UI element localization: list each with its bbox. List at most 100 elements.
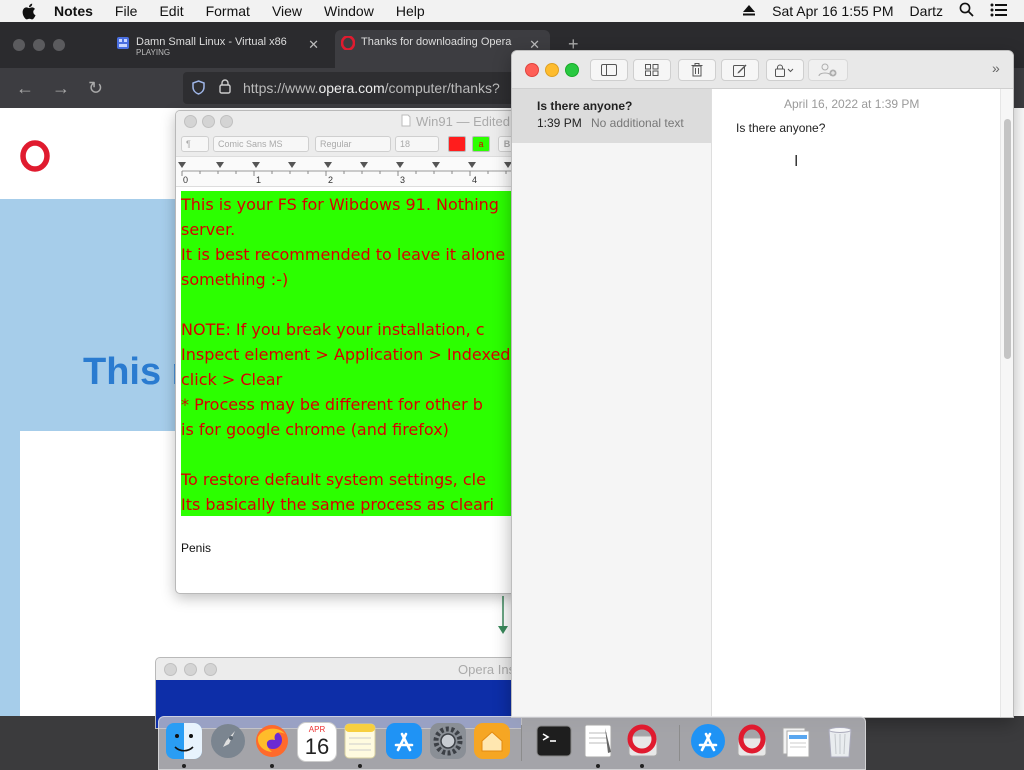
home-app-icon[interactable]: [473, 722, 511, 760]
system-preferences-icon[interactable]: [429, 722, 467, 760]
window-zoom-button[interactable]: [220, 115, 233, 128]
window-minimize-button[interactable]: [33, 39, 45, 51]
scrollbar-thumb[interactable]: [1004, 119, 1011, 359]
opera-installer-icon[interactable]: [623, 722, 661, 760]
textedit-window: Win91 — Edited ¶ Comic Sans MS Regular 1…: [175, 110, 522, 594]
sidebar-toggle-button[interactable]: [590, 59, 628, 81]
download-arrow-icon: [498, 596, 508, 636]
calendar-day: 16: [304, 734, 330, 759]
running-indicator: [182, 764, 186, 768]
font-style-select[interactable]: Regular: [315, 136, 391, 152]
scrollbar[interactable]: [1000, 89, 1013, 717]
note-editor[interactable]: April 16, 2022 at 1:39 PM Is there anyon…: [712, 89, 1000, 717]
window-minimize-button[interactable]: [545, 63, 559, 77]
tab-damn-small-linux[interactable]: Damn Small Linux - Virtual x86 PLAYING ✕: [110, 30, 325, 62]
app-store-download-icon[interactable]: [689, 722, 727, 760]
opera-logo-icon[interactable]: [20, 140, 50, 175]
menu-view[interactable]: View: [272, 3, 302, 19]
share-note-button[interactable]: [808, 59, 848, 81]
highlight-color-swatch[interactable]: a: [472, 136, 490, 152]
firefox-icon[interactable]: [253, 722, 291, 760]
document-text[interactable]: This is your FS for Wibdows 91. Nothing …: [181, 191, 521, 516]
downloads-folder-icon[interactable]: [777, 722, 815, 760]
window-minimize-button[interactable]: [184, 663, 197, 676]
textedit-titlebar[interactable]: Win91 — Edited: [176, 111, 521, 131]
font-family-select[interactable]: Comic Sans MS: [213, 136, 309, 152]
note-title: Is there anyone?: [537, 99, 633, 113]
document-trailing-text[interactable]: Penis: [181, 541, 211, 555]
url-text: https://www.opera.com/computer/thanks?: [243, 80, 500, 96]
tab-title: Thanks for downloading Opera: [361, 36, 512, 48]
menu-bar: Notes File Edit Format View Window Help …: [0, 0, 1024, 23]
calendar-month: APR: [308, 725, 326, 734]
ruler[interactable]: 0 1 2 3 4: [176, 157, 521, 187]
document-icon: [401, 114, 411, 130]
add-people-icon: [818, 63, 837, 77]
tab-close-icon[interactable]: ✕: [308, 37, 319, 53]
window-zoom-button[interactable]: [565, 63, 579, 77]
eject-icon[interactable]: [742, 3, 756, 19]
ruler-label: 3: [400, 175, 406, 185]
sidebar-icon: [601, 64, 617, 76]
note-body[interactable]: Is there anyone?: [736, 121, 825, 135]
calendar-icon[interactable]: APR 16: [297, 722, 337, 762]
toolbar-overflow-chevron-icon[interactable]: »: [992, 60, 1000, 76]
forward-arrow-icon[interactable]: →: [52, 78, 70, 99]
apple-menu-icon[interactable]: [18, 3, 38, 20]
font-size-select[interactable]: 18: [395, 136, 439, 152]
compose-icon: [733, 64, 747, 77]
window-close-button[interactable]: [13, 39, 25, 51]
dock: APR 16: [158, 716, 866, 770]
menu-app-name[interactable]: Notes: [54, 3, 93, 19]
notes-app-icon[interactable]: [341, 722, 379, 760]
menu-clock[interactable]: Sat Apr 16 1:55 PM: [772, 3, 893, 19]
url-field[interactable]: https://www.opera.com/computer/thanks?: [183, 72, 523, 104]
tab-title: Damn Small Linux - Virtual x86: [136, 36, 287, 48]
terminal-icon[interactable]: [535, 722, 573, 760]
text-color-swatch[interactable]: [448, 136, 466, 152]
menu-edit[interactable]: Edit: [159, 3, 183, 19]
new-note-button[interactable]: [721, 59, 759, 81]
opera-download-icon[interactable]: [733, 722, 771, 760]
launchpad-icon[interactable]: [209, 722, 247, 760]
window-close-button[interactable]: [164, 663, 177, 676]
ruler-label: 2: [328, 175, 334, 185]
trash-icon[interactable]: [821, 722, 859, 760]
paragraph-style-select[interactable]: ¶: [181, 136, 209, 152]
trash-icon: [691, 63, 703, 77]
ruler-label: 1: [256, 175, 262, 185]
shield-icon[interactable]: [192, 80, 205, 98]
grid-icon: [645, 64, 659, 76]
ruler-label: 4: [472, 175, 478, 185]
menu-user[interactable]: Dartz: [910, 3, 943, 19]
window-close-button[interactable]: [525, 63, 539, 77]
gallery-view-button[interactable]: [633, 59, 671, 81]
window-minimize-button[interactable]: [202, 115, 215, 128]
note-preview: No additional text: [591, 116, 684, 130]
lock-note-button[interactable]: [766, 59, 804, 81]
list-item[interactable]: Is there anyone? 1:39 PM No additional t…: [512, 89, 711, 143]
reload-icon[interactable]: ↻: [88, 78, 103, 99]
menu-file[interactable]: File: [115, 3, 138, 19]
window-close-button[interactable]: [184, 115, 197, 128]
delete-note-button[interactable]: [678, 59, 716, 81]
dock-separator: [679, 725, 680, 761]
app-store-icon[interactable]: [385, 722, 423, 760]
menu-help[interactable]: Help: [396, 3, 425, 19]
notes-toolbar[interactable]: »: [512, 51, 1013, 89]
menu-window[interactable]: Window: [324, 3, 374, 19]
lock-icon: [775, 64, 794, 77]
opera-favicon-icon: [340, 35, 356, 51]
window-zoom-button[interactable]: [53, 39, 65, 51]
finder-icon[interactable]: [165, 722, 203, 760]
running-indicator: [358, 764, 362, 768]
control-center-icon[interactable]: [990, 3, 1008, 20]
textedit-app-icon[interactable]: [579, 722, 617, 760]
menu-format[interactable]: Format: [206, 3, 250, 19]
lock-icon: [219, 79, 231, 97]
back-arrow-icon[interactable]: ←: [16, 78, 34, 99]
window-zoom-button[interactable]: [204, 663, 217, 676]
running-indicator: [270, 764, 274, 768]
notes-list: Is there anyone? 1:39 PM No additional t…: [512, 89, 712, 717]
spotlight-search-icon[interactable]: [959, 2, 974, 20]
